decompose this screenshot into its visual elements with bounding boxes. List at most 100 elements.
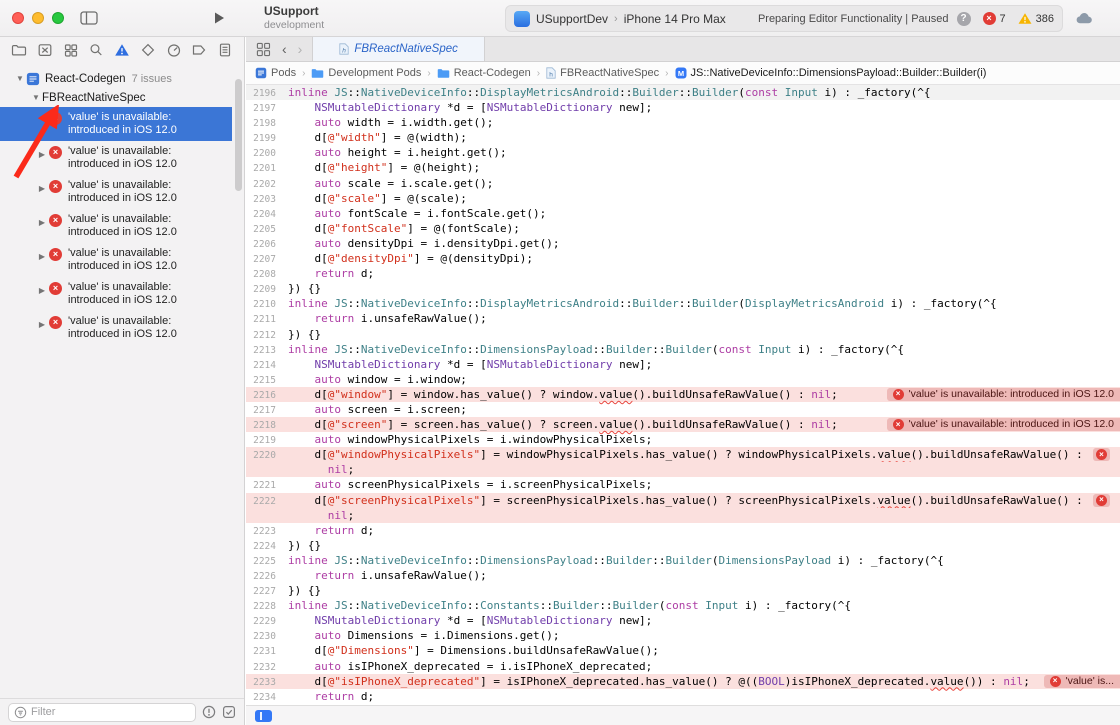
code-line-error[interactable]: 2222 d[@"screenPhysicalPixels"] = screen… <box>246 492 1120 508</box>
code-line[interactable]: 2230 auto Dimensions = i.Dimensions.get(… <box>246 628 1120 643</box>
inline-error-badge[interactable]: × <box>1093 493 1110 507</box>
inline-error-badge[interactable]: × 'value' is unavailable: introduced in i… <box>886 388 1120 401</box>
code-line-error[interactable]: 2220 d[@"windowPhysicalPixels"] = window… <box>246 447 1120 463</box>
go-forward-icon[interactable]: › <box>298 42 303 56</box>
code-line[interactable]: 2198 auto width = i.width.get(); <box>246 115 1120 130</box>
inline-error-badge[interactable]: × 'value' is unavailable: introduced in i… <box>886 418 1120 432</box>
chevron-right-icon[interactable]: ▶ <box>36 284 48 297</box>
zoom-window-button[interactable] <box>52 12 64 24</box>
show-latest-issues-icon[interactable] <box>222 705 236 719</box>
code-line[interactable]: 2228 inline JS::NativeDeviceInfo::Constan… <box>246 598 1120 613</box>
issue-navigator-icon[interactable] <box>113 41 131 59</box>
issue-item[interactable]: ▶ × 'value' is unavailable: introduced in i… <box>0 311 244 345</box>
chevron-right-icon[interactable]: ▶ <box>36 182 48 195</box>
scheme-name[interactable]: USupportDev <box>536 12 608 26</box>
code-text: return i.unsafeRawValue(); <box>314 569 487 582</box>
code-line[interactable]: 2208 return d; <box>246 266 1120 281</box>
breadcrumb-item[interactable]: Development Pods <box>311 67 421 79</box>
show-errors-only-icon[interactable] <box>202 705 216 719</box>
code-line[interactable]: 2213 inline JS::NativeDeviceInfo::Dimensi… <box>246 342 1120 357</box>
code-line[interactable]: 2227}) {} <box>246 583 1120 598</box>
code-line[interactable]: 2202 auto scale = i.scale.get(); <box>246 176 1120 191</box>
breadcrumb-item[interactable]: Pods <box>255 67 296 79</box>
code-line[interactable]: 2197 NSMutableDictionary *d = [NSMutable… <box>246 100 1120 115</box>
go-back-icon[interactable]: ‹ <box>282 42 287 56</box>
editor-layout-grid-icon[interactable] <box>256 42 271 57</box>
code-line[interactable]: 2232 auto isIPhoneX_deprecated = i.isIPh… <box>246 659 1120 674</box>
warning-count-badge[interactable]: 386 <box>1018 12 1054 25</box>
tab-fbreactnativespec[interactable]: h FBReactNativeSpec <box>312 37 485 61</box>
code-line[interactable]: 2225 inline JS::NativeDeviceInfo::Dimensi… <box>246 553 1120 568</box>
chevron-down-icon[interactable]: ▼ <box>14 74 26 83</box>
code-line-error[interactable]: 2218 d[@"screen"] = screen.has_value() ?… <box>246 417 1120 433</box>
close-window-button[interactable] <box>12 12 24 24</box>
code-line[interactable]: 2214 NSMutableDictionary *d = [NSMutable… <box>246 357 1120 372</box>
toggle-navigator-icon[interactable] <box>80 11 98 30</box>
code-editor[interactable]: 2196 inline JS::NativeDeviceInfo::Display… <box>246 85 1120 705</box>
issue-item[interactable]: ▶ × 'value' is unavailable: introduced in i… <box>0 243 244 277</box>
symbol-navigator-icon[interactable] <box>62 41 80 59</box>
code-line[interactable]: 2210 inline JS::NativeDeviceInfo::Display… <box>246 296 1120 311</box>
code-line[interactable]: 2226 return i.unsafeRawValue(); <box>246 568 1120 583</box>
code-line[interactable]: 2231 d[@"Dimensions"] = Dimensions.build… <box>246 643 1120 658</box>
code-line[interactable]: 2234 return d; <box>246 689 1120 704</box>
navigator-scrollbar[interactable] <box>235 79 242 191</box>
editor-options-icon[interactable] <box>255 709 272 722</box>
code-line[interactable]: 2215 auto window = i.window; <box>246 372 1120 387</box>
code-line[interactable]: 2201 d[@"height"] = @(height); <box>246 160 1120 175</box>
chevron-right-icon[interactable]: ▶ <box>36 216 48 229</box>
report-navigator-icon[interactable] <box>216 41 234 59</box>
chevron-right-icon[interactable]: ▶ <box>36 250 48 263</box>
source-control-navigator-icon[interactable] <box>36 41 54 59</box>
code-line[interactable]: 2200 auto height = i.height.get(); <box>246 145 1120 160</box>
code-line-error[interactable]: 2233 d[@"isIPhoneX_deprecated"] = isIPho… <box>246 673 1120 689</box>
test-navigator-icon[interactable] <box>139 41 157 59</box>
code-line[interactable]: 2212}) {} <box>246 327 1120 342</box>
code-line[interactable]: 2229 NSMutableDictionary *d = [NSMutable… <box>246 613 1120 628</box>
code-line[interactable]: 2199 d[@"width"] = @(width); <box>246 130 1120 145</box>
issue-item[interactable]: ▶ × 'value' is unavailable: introduced in i… <box>0 141 244 175</box>
code-line-error[interactable]: 2216 d[@"window"] = window.has_value() ?… <box>246 386 1120 402</box>
breadcrumb-item[interactable]: M JS::NativeDeviceInfo::DimensionsPayload… <box>675 67 986 79</box>
code-line[interactable]: 2221 auto screenPhysicalPixels = i.scree… <box>246 477 1120 492</box>
code-line[interactable]: 2206 auto densityDpi = i.densityDpi.get(… <box>246 236 1120 251</box>
code-line[interactable]: 2205 d[@"fontScale"] = @(fontScale); <box>246 221 1120 236</box>
error-count-badge[interactable]: × 7 <box>982 12 1006 25</box>
chevron-right-icon[interactable]: ▶ <box>36 318 48 331</box>
chevron-right-icon[interactable]: ▶ <box>36 148 48 161</box>
run-button[interactable] <box>213 11 226 30</box>
code-line[interactable]: 2224}) {} <box>246 538 1120 553</box>
help-icon[interactable]: ? <box>956 11 971 26</box>
tree-row-file-group[interactable]: ▼ FBReactNativeSpec <box>0 88 244 107</box>
inline-error-badge[interactable]: × <box>1093 448 1110 462</box>
breadcrumb-item[interactable]: h FBReactNativeSpec <box>546 67 659 79</box>
issue-item[interactable]: ▶ × 'value' is unavailable: introduced in i… <box>0 175 244 209</box>
code-line[interactable]: 2219 auto windowPhysicalPixels = i.windo… <box>246 432 1120 447</box>
tree-row-project[interactable]: ▼ React-Codegen 7 issues <box>0 69 244 88</box>
code-line[interactable]: 2196 inline JS::NativeDeviceInfo::Display… <box>246 85 1120 101</box>
code-line[interactable]: 2223 return d; <box>246 523 1120 538</box>
code-line-error[interactable]: nil; <box>246 507 1120 523</box>
code-line[interactable]: 2204 auto fontScale = i.fontScale.get(); <box>246 206 1120 221</box>
chevron-down-icon[interactable]: ▼ <box>30 93 42 102</box>
issue-item[interactable]: ▶ × 'value' is unavailable: introduced in i… <box>0 277 244 311</box>
filter-field[interactable] <box>8 702 196 722</box>
issue-item[interactable]: ▶ × 'value' is unavailable: introduced in i… <box>0 209 244 243</box>
find-navigator-icon[interactable] <box>87 41 105 59</box>
code-line[interactable]: 2217 auto screen = i.screen; <box>246 402 1120 417</box>
project-navigator-icon[interactable] <box>10 41 28 59</box>
debug-navigator-icon[interactable] <box>165 41 183 59</box>
code-line[interactable]: 2207 d[@"densityDpi"] = @(densityDpi); <box>246 251 1120 266</box>
breadcrumb-item[interactable]: React-Codegen <box>437 67 531 79</box>
breakpoint-navigator-icon[interactable] <box>190 41 208 59</box>
code-line[interactable]: 2211 return i.unsafeRawValue(); <box>246 311 1120 326</box>
cloud-status-icon[interactable] <box>1075 10 1094 30</box>
inline-error-badge[interactable]: × 'value' is... <box>1043 675 1120 688</box>
code-line[interactable]: 2209}) {} <box>246 281 1120 296</box>
run-destination[interactable]: iPhone 14 Pro Max <box>624 12 726 26</box>
issue-item[interactable]: × 'value' is unavailable: introduced in iO… <box>0 107 232 141</box>
code-line-error[interactable]: nil; <box>246 462 1120 478</box>
code-line[interactable]: 2203 d[@"scale"] = @(scale); <box>246 191 1120 206</box>
minimize-window-button[interactable] <box>32 12 44 24</box>
filter-input[interactable] <box>27 706 190 718</box>
